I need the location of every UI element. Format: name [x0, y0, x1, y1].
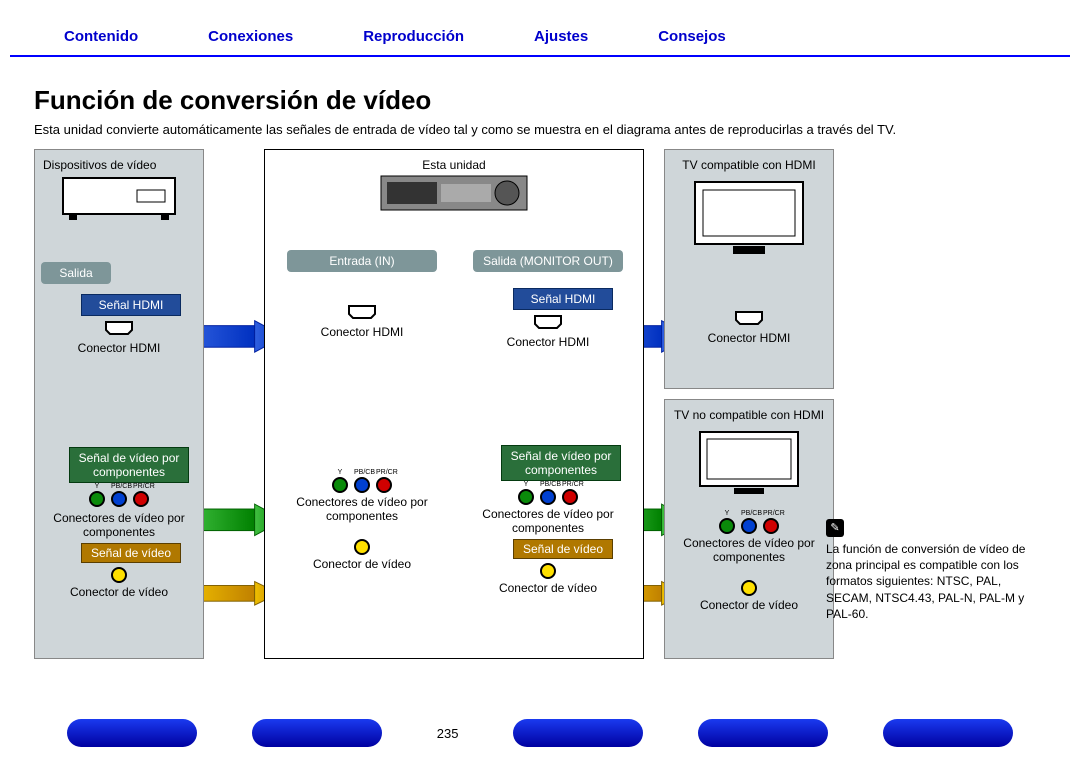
- top-nav: Contenido Conexiones Reproducción Ajuste…: [24, 18, 1056, 55]
- nav-reproduccion[interactable]: Reproducción: [363, 28, 464, 45]
- lbl-hdmi-conn-2b: Conector HDMI: [473, 333, 623, 351]
- intro-text: Esta unidad convierte automáticamente la…: [34, 122, 1046, 137]
- lbl-vid-conn-1: Conector de vídeo: [41, 583, 197, 601]
- lbl-comp-conn-1: Conectores de vídeo por componentes: [41, 509, 197, 541]
- hdmi-port-icon: [287, 304, 437, 323]
- lbl-vid-conn-2a: Conector de vídeo: [287, 555, 437, 573]
- note-box: ✎ La función de conversión de vídeo de z…: [826, 519, 1046, 622]
- tv-no-hdmi-header: TV no compatible con HDMI: [671, 406, 827, 424]
- tv-hdmi-header: TV compatible con HDMI: [671, 156, 827, 174]
- composite-port-icon: [41, 567, 197, 583]
- lbl-hdmi-conn-3: Conector HDMI: [671, 329, 827, 347]
- signal-vid-2: Señal de vídeo: [513, 539, 613, 559]
- lbl-comp-conn-2a: Conectores de vídeo por componentes: [287, 493, 437, 525]
- tv-hdmi-panel: TV compatible con HDMI Conector HDMI: [664, 149, 834, 389]
- signal-comp-1: Señal de vídeo por componentes: [69, 447, 189, 483]
- hdmi-port-icon: [671, 310, 827, 329]
- source-header: Dispositivos de vídeo: [41, 156, 197, 174]
- nav-conexiones[interactable]: Conexiones: [208, 28, 293, 45]
- signal-hdmi-1: Señal HDMI: [81, 294, 181, 316]
- signal-comp-2: Señal de vídeo por componentes: [501, 445, 621, 481]
- tv-icon: [694, 426, 804, 496]
- hdmi-port-icon: [41, 320, 197, 339]
- signal-vid-1: Señal de vídeo: [81, 543, 181, 563]
- diagram: Dispositivos de vídeo Salida Señal HDMI …: [34, 149, 1046, 669]
- footer-button-1[interactable]: [67, 719, 197, 747]
- nav-ajustes[interactable]: Ajustes: [534, 28, 588, 45]
- component-ports-icon: [671, 518, 827, 534]
- footer-button-5[interactable]: [883, 719, 1013, 747]
- signal-hdmi-2: Señal HDMI: [513, 288, 613, 310]
- hdmi-port-icon: [473, 314, 623, 333]
- nav-contenido[interactable]: Contenido: [64, 28, 138, 45]
- footer: 235: [0, 719, 1080, 747]
- unit-panel: Esta unidad Entrada (IN) Conector HDMI Y…: [264, 149, 644, 659]
- tv-no-hdmi-panel: TV no compatible con HDMI YPB/CBPR/CR Co…: [664, 399, 834, 659]
- chip-in: Entrada (IN): [287, 250, 437, 272]
- nav-consejos[interactable]: Consejos: [658, 28, 726, 45]
- footer-button-3[interactable]: [513, 719, 643, 747]
- footer-button-2[interactable]: [252, 719, 382, 747]
- page-title: Función de conversión de vídeo: [34, 85, 1056, 116]
- lbl-comp-conn-2b: Conectores de vídeo por componentes: [473, 505, 623, 537]
- lbl-vid-conn-3: Conector de vídeo: [671, 596, 827, 614]
- unit-header: Esta unidad: [265, 156, 643, 174]
- lbl-comp-conn-3: Conectores de vídeo por componentes: [671, 534, 827, 566]
- chip-salida: Salida: [41, 262, 111, 284]
- lbl-hdmi-conn-1: Conector HDMI: [41, 339, 197, 357]
- component-ports-icon: [287, 477, 437, 493]
- composite-port-icon: [671, 580, 827, 596]
- footer-button-4[interactable]: [698, 719, 828, 747]
- avr-unit-icon: [379, 174, 529, 216]
- chip-out: Salida (MONITOR OUT): [473, 250, 623, 272]
- source-panel: Dispositivos de vídeo Salida Señal HDMI …: [34, 149, 204, 659]
- composite-port-icon: [473, 563, 623, 579]
- tv-icon: [689, 176, 809, 256]
- composite-port-icon: [287, 539, 437, 555]
- pencil-icon: ✎: [826, 519, 844, 537]
- note-text: La función de conversión de vídeo de zon…: [826, 541, 1046, 622]
- lbl-vid-conn-2b: Conector de vídeo: [473, 579, 623, 597]
- page-number: 235: [437, 726, 459, 741]
- lbl-hdmi-conn-2a: Conector HDMI: [287, 323, 437, 341]
- video-device-icon: [59, 174, 179, 224]
- component-ports-icon: [41, 491, 197, 507]
- component-ports-icon: [473, 489, 623, 505]
